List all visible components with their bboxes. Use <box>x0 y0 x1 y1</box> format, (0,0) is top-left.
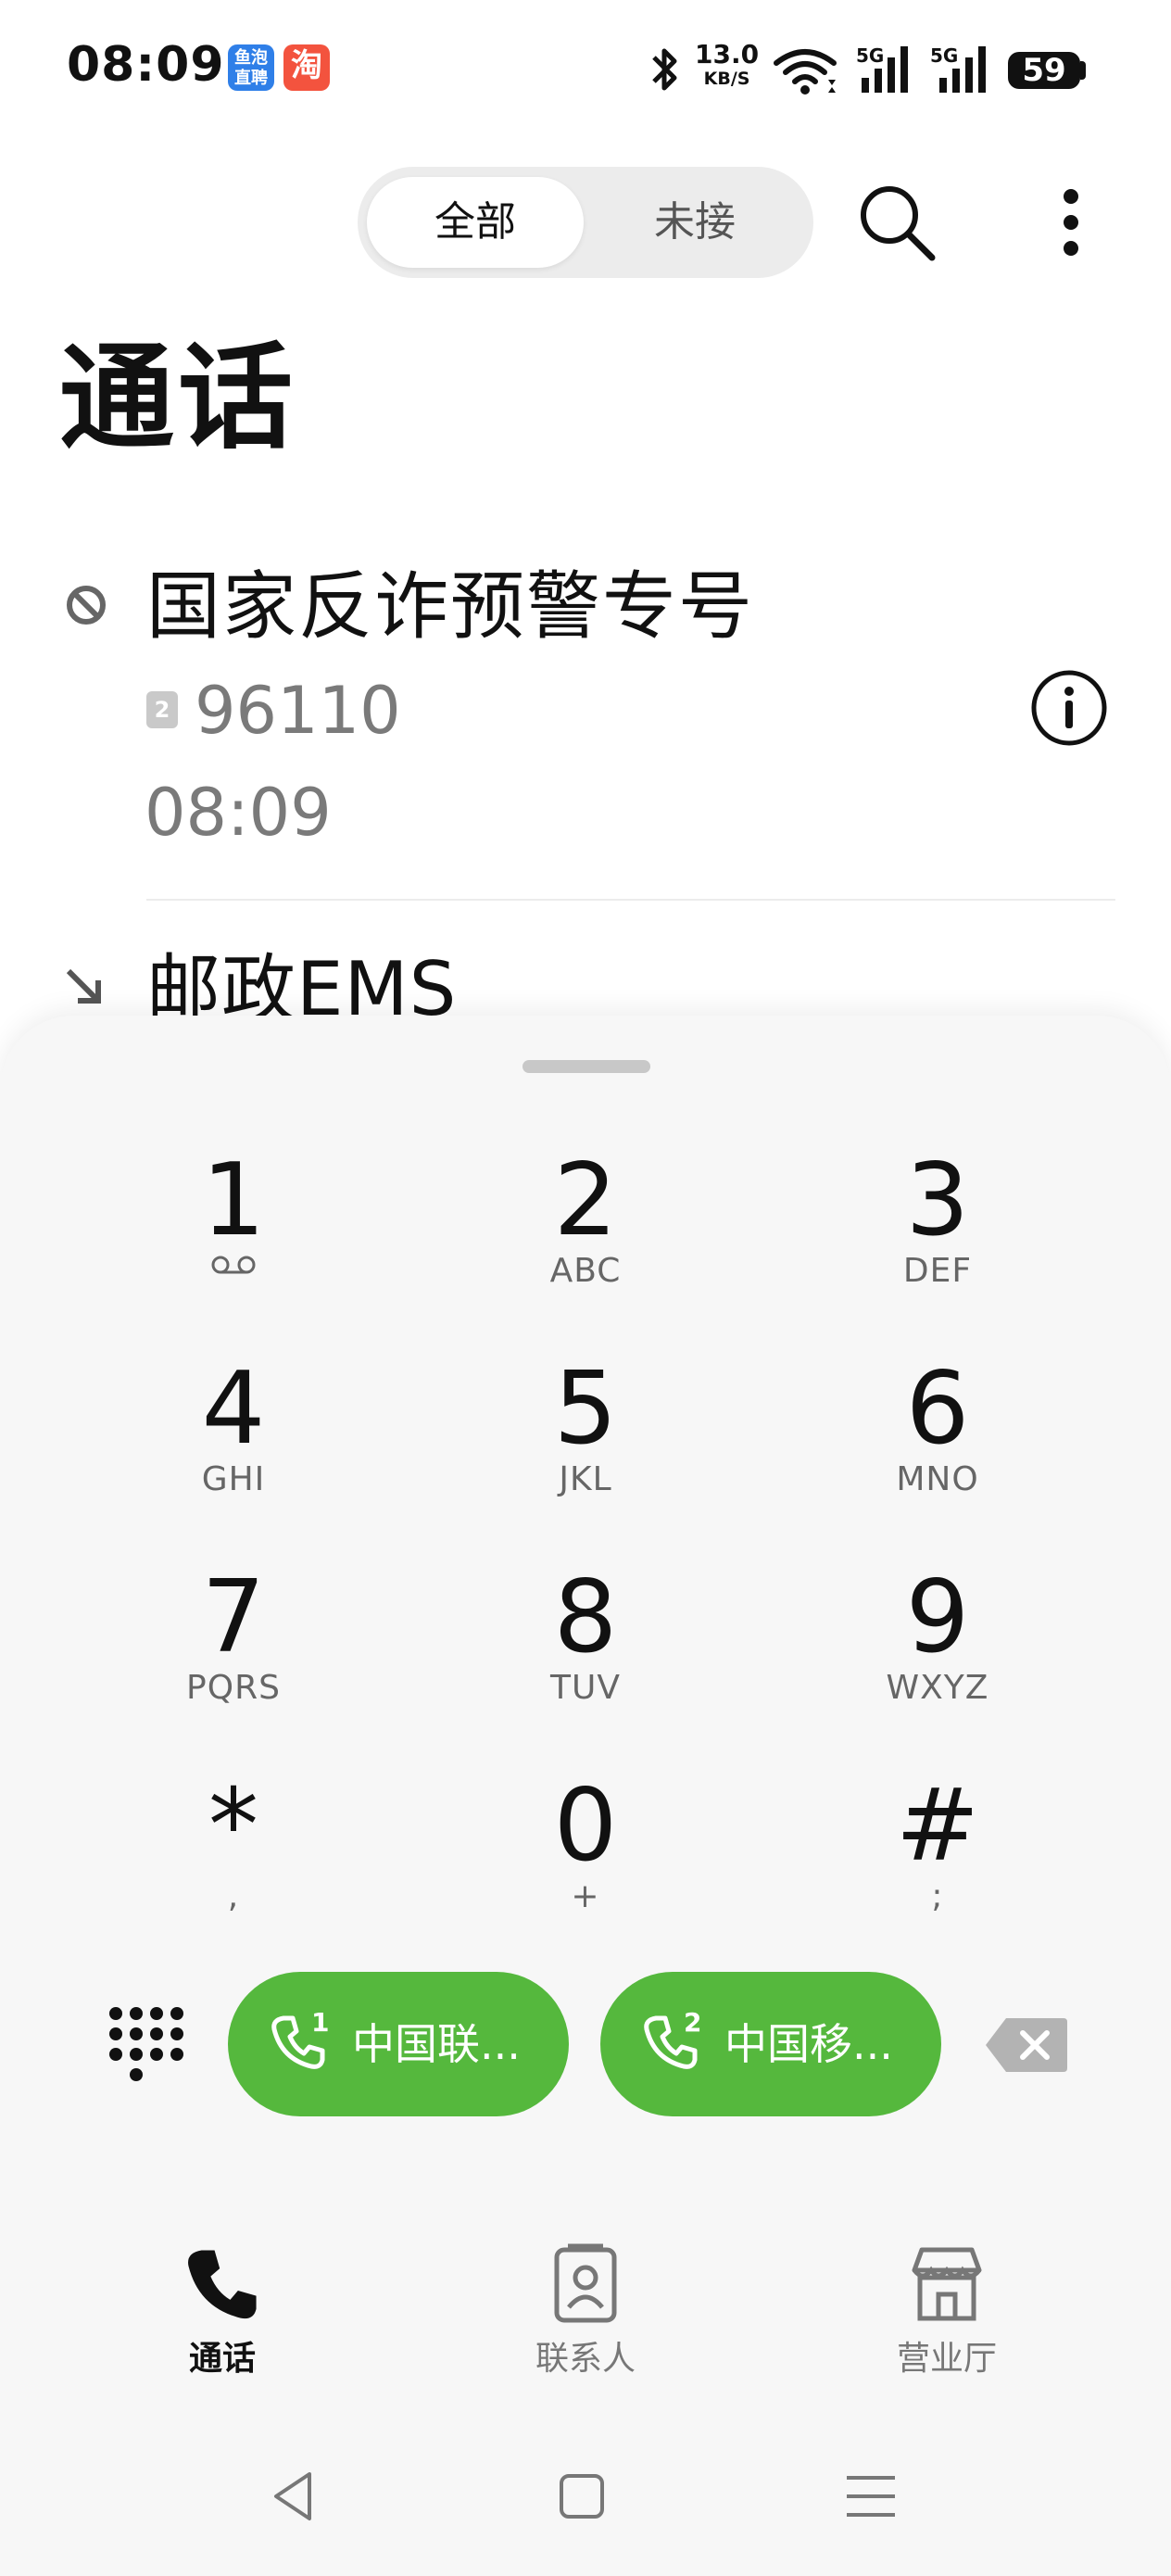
tab-all-calls[interactable]: 全部 <box>367 177 584 268</box>
key-letters: TUV <box>550 1669 621 1707</box>
sim-indicator-icon: 2 <box>146 691 178 728</box>
network-speed: 13.0 KB/S <box>695 42 759 91</box>
key-letters: ; <box>931 1877 944 1915</box>
key-letters: MNO <box>896 1460 979 1498</box>
key-letters: , <box>227 1877 240 1915</box>
more-options-icon[interactable] <box>1038 178 1104 267</box>
nav-item-contacts[interactable]: 联系人 <box>474 2242 697 2400</box>
key-digit: 5 <box>553 1351 618 1467</box>
carrier-label: 中国联... <box>352 2019 521 2069</box>
key-digit: 0 <box>553 1768 618 1884</box>
net-speed-unit: KB/S <box>703 69 750 89</box>
key-letters: WXYZ <box>886 1669 989 1707</box>
drag-handle[interactable] <box>523 1060 650 1073</box>
key-letters: ABC <box>549 1252 622 1290</box>
key-digit: 3 <box>905 1143 970 1258</box>
incoming-call-icon <box>66 968 101 1004</box>
call-sim2-button[interactable]: 2 中国移... <box>600 1972 941 2116</box>
key-letters: PQRS <box>186 1669 281 1707</box>
nav-item-calls[interactable]: 通话 <box>111 2242 334 2400</box>
key-letters: JKL <box>559 1460 612 1498</box>
badge-text-line1: 鱼泡 <box>234 48 268 68</box>
page-title: 通话 <box>59 332 297 465</box>
signal-strength-1-icon <box>862 46 908 93</box>
store-icon <box>912 2247 982 2321</box>
carrier-label: 中国移... <box>724 2019 893 2069</box>
net-speed-value: 13.0 <box>695 39 760 69</box>
dial-key-7[interactable]: 7 PQRS <box>94 1566 372 1751</box>
dial-key-5[interactable]: 5 JKL <box>447 1357 724 1543</box>
back-icon[interactable] <box>258 2463 332 2530</box>
contacts-icon <box>554 2243 617 2323</box>
dial-key-9[interactable]: 9 WXYZ <box>799 1566 1077 1751</box>
dial-key-star[interactable]: * , <box>94 1774 372 1960</box>
dial-key-8[interactable]: 8 TUV <box>447 1566 724 1751</box>
dial-key-2[interactable]: 2 ABC <box>447 1149 724 1334</box>
taobao-app-badge-icon: 淘 <box>283 44 330 91</box>
call-contact-name: 国家反诈预警专号 <box>146 563 754 650</box>
key-digit: # <box>895 1768 980 1884</box>
key-digit: 1 <box>201 1143 266 1258</box>
key-digit: 4 <box>201 1351 266 1467</box>
key-letters: DEF <box>902 1252 973 1290</box>
home-icon[interactable] <box>545 2463 619 2530</box>
recents-icon[interactable] <box>834 2463 908 2530</box>
wifi-icon <box>774 49 837 95</box>
yupao-app-badge-icon: 鱼泡 直聘 <box>228 44 274 91</box>
status-time: 08:09 <box>67 37 225 93</box>
dial-key-hash[interactable]: # ; <box>799 1774 1077 1960</box>
battery-tip <box>1080 61 1086 80</box>
call-phone-number: 96110 <box>195 673 401 749</box>
dial-key-4[interactable]: 4 GHI <box>94 1357 372 1543</box>
nav-item-store[interactable]: 营业厅 <box>836 2242 1058 2400</box>
key-letters: + <box>571 1877 600 1915</box>
nav-label: 通话 <box>188 2340 256 2378</box>
badge-text-line2: 直聘 <box>234 69 268 88</box>
nav-label: 营业厅 <box>896 2340 997 2378</box>
key-letters: GHI <box>201 1460 266 1498</box>
signal-strength-2-icon <box>939 46 986 93</box>
call-sim1-button[interactable]: 1 中国联... <box>228 1972 569 2116</box>
blocked-call-icon <box>67 586 106 625</box>
dial-key-3[interactable]: 3 DEF <box>799 1149 1077 1334</box>
phone-icon <box>188 2250 257 2319</box>
key-digit: * <box>208 1768 258 1884</box>
sim-number: 1 <box>311 2007 330 2038</box>
backspace-icon[interactable] <box>984 2016 1069 2074</box>
info-icon[interactable] <box>1030 669 1108 747</box>
dial-key-1[interactable]: 1 <box>94 1149 372 1334</box>
battery-indicator: 59 <box>1008 52 1080 89</box>
dial-key-6[interactable]: 6 MNO <box>799 1357 1077 1543</box>
dial-key-0[interactable]: 0 + <box>447 1774 724 1960</box>
key-digit: 8 <box>553 1559 618 1675</box>
key-digit: 9 <box>905 1559 970 1675</box>
list-divider <box>146 899 1115 901</box>
search-icon[interactable] <box>852 178 941 267</box>
key-digit: 7 <box>201 1559 266 1675</box>
dialpad-toggle-icon[interactable] <box>102 2000 185 2092</box>
nav-label: 联系人 <box>535 2340 636 2378</box>
bluetooth-icon <box>652 48 677 91</box>
badge-glyph: 淘 <box>291 47 322 84</box>
key-digit: 2 <box>553 1143 618 1258</box>
tab-missed-calls[interactable]: 未接 <box>593 177 797 268</box>
key-digit: 6 <box>905 1351 970 1467</box>
sim-number: 2 <box>684 2007 702 2038</box>
call-time: 08:09 <box>145 775 332 851</box>
